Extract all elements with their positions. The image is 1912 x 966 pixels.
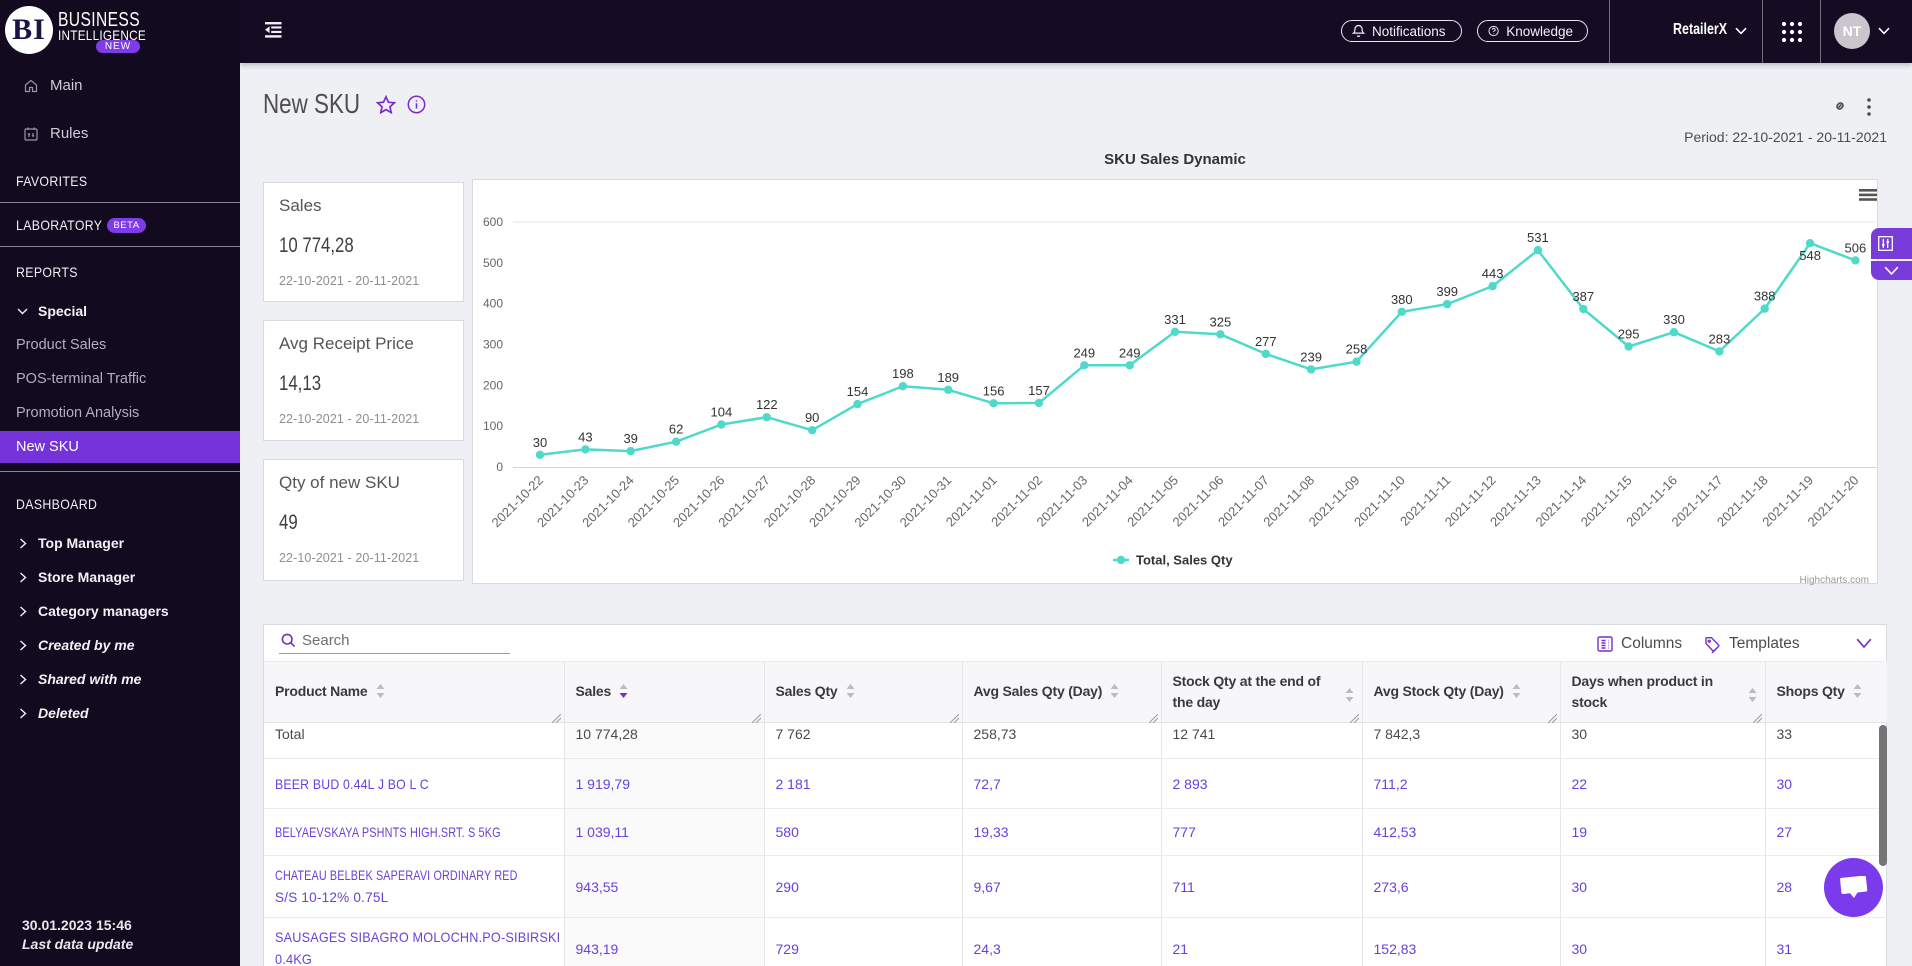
svg-text:154: 154 [847,384,869,399]
svg-text:295: 295 [1618,327,1640,342]
svg-text:548: 548 [1799,248,1821,263]
svg-text:156: 156 [983,383,1005,398]
svg-text:500: 500 [483,256,503,270]
svg-text:39: 39 [623,431,637,446]
svg-text:531: 531 [1527,230,1549,245]
svg-text:30: 30 [533,435,547,450]
svg-text:387: 387 [1572,289,1594,304]
svg-text:Highcharts.com: Highcharts.com [1800,575,1869,585]
svg-text:258: 258 [1346,342,1368,357]
svg-text:249: 249 [1119,345,1141,360]
svg-text:100: 100 [483,419,503,433]
svg-text:325: 325 [1210,314,1232,329]
svg-text:300: 300 [483,338,503,352]
svg-text:331: 331 [1164,312,1186,327]
svg-text:157: 157 [1028,383,1050,398]
svg-text:400: 400 [483,297,503,311]
svg-text:380: 380 [1391,292,1413,307]
svg-text:506: 506 [1845,240,1867,255]
svg-text:0: 0 [496,460,503,474]
svg-text:277: 277 [1255,334,1277,349]
svg-text:443: 443 [1482,266,1504,281]
svg-text:62: 62 [669,422,683,437]
svg-text:90: 90 [805,410,819,425]
svg-text:600: 600 [483,215,503,229]
svg-text:122: 122 [756,397,778,412]
svg-text:189: 189 [937,370,959,385]
svg-text:104: 104 [711,405,733,420]
svg-text:198: 198 [892,366,914,381]
svg-text:249: 249 [1073,345,1095,360]
svg-text:Total, Sales Qty: Total, Sales Qty [1136,553,1233,568]
svg-text:200: 200 [483,378,503,392]
svg-text:283: 283 [1709,331,1731,346]
svg-text:330: 330 [1663,312,1685,327]
svg-text:239: 239 [1300,349,1322,364]
svg-text:43: 43 [578,429,592,444]
svg-text:388: 388 [1754,289,1776,304]
svg-text:399: 399 [1436,284,1458,299]
